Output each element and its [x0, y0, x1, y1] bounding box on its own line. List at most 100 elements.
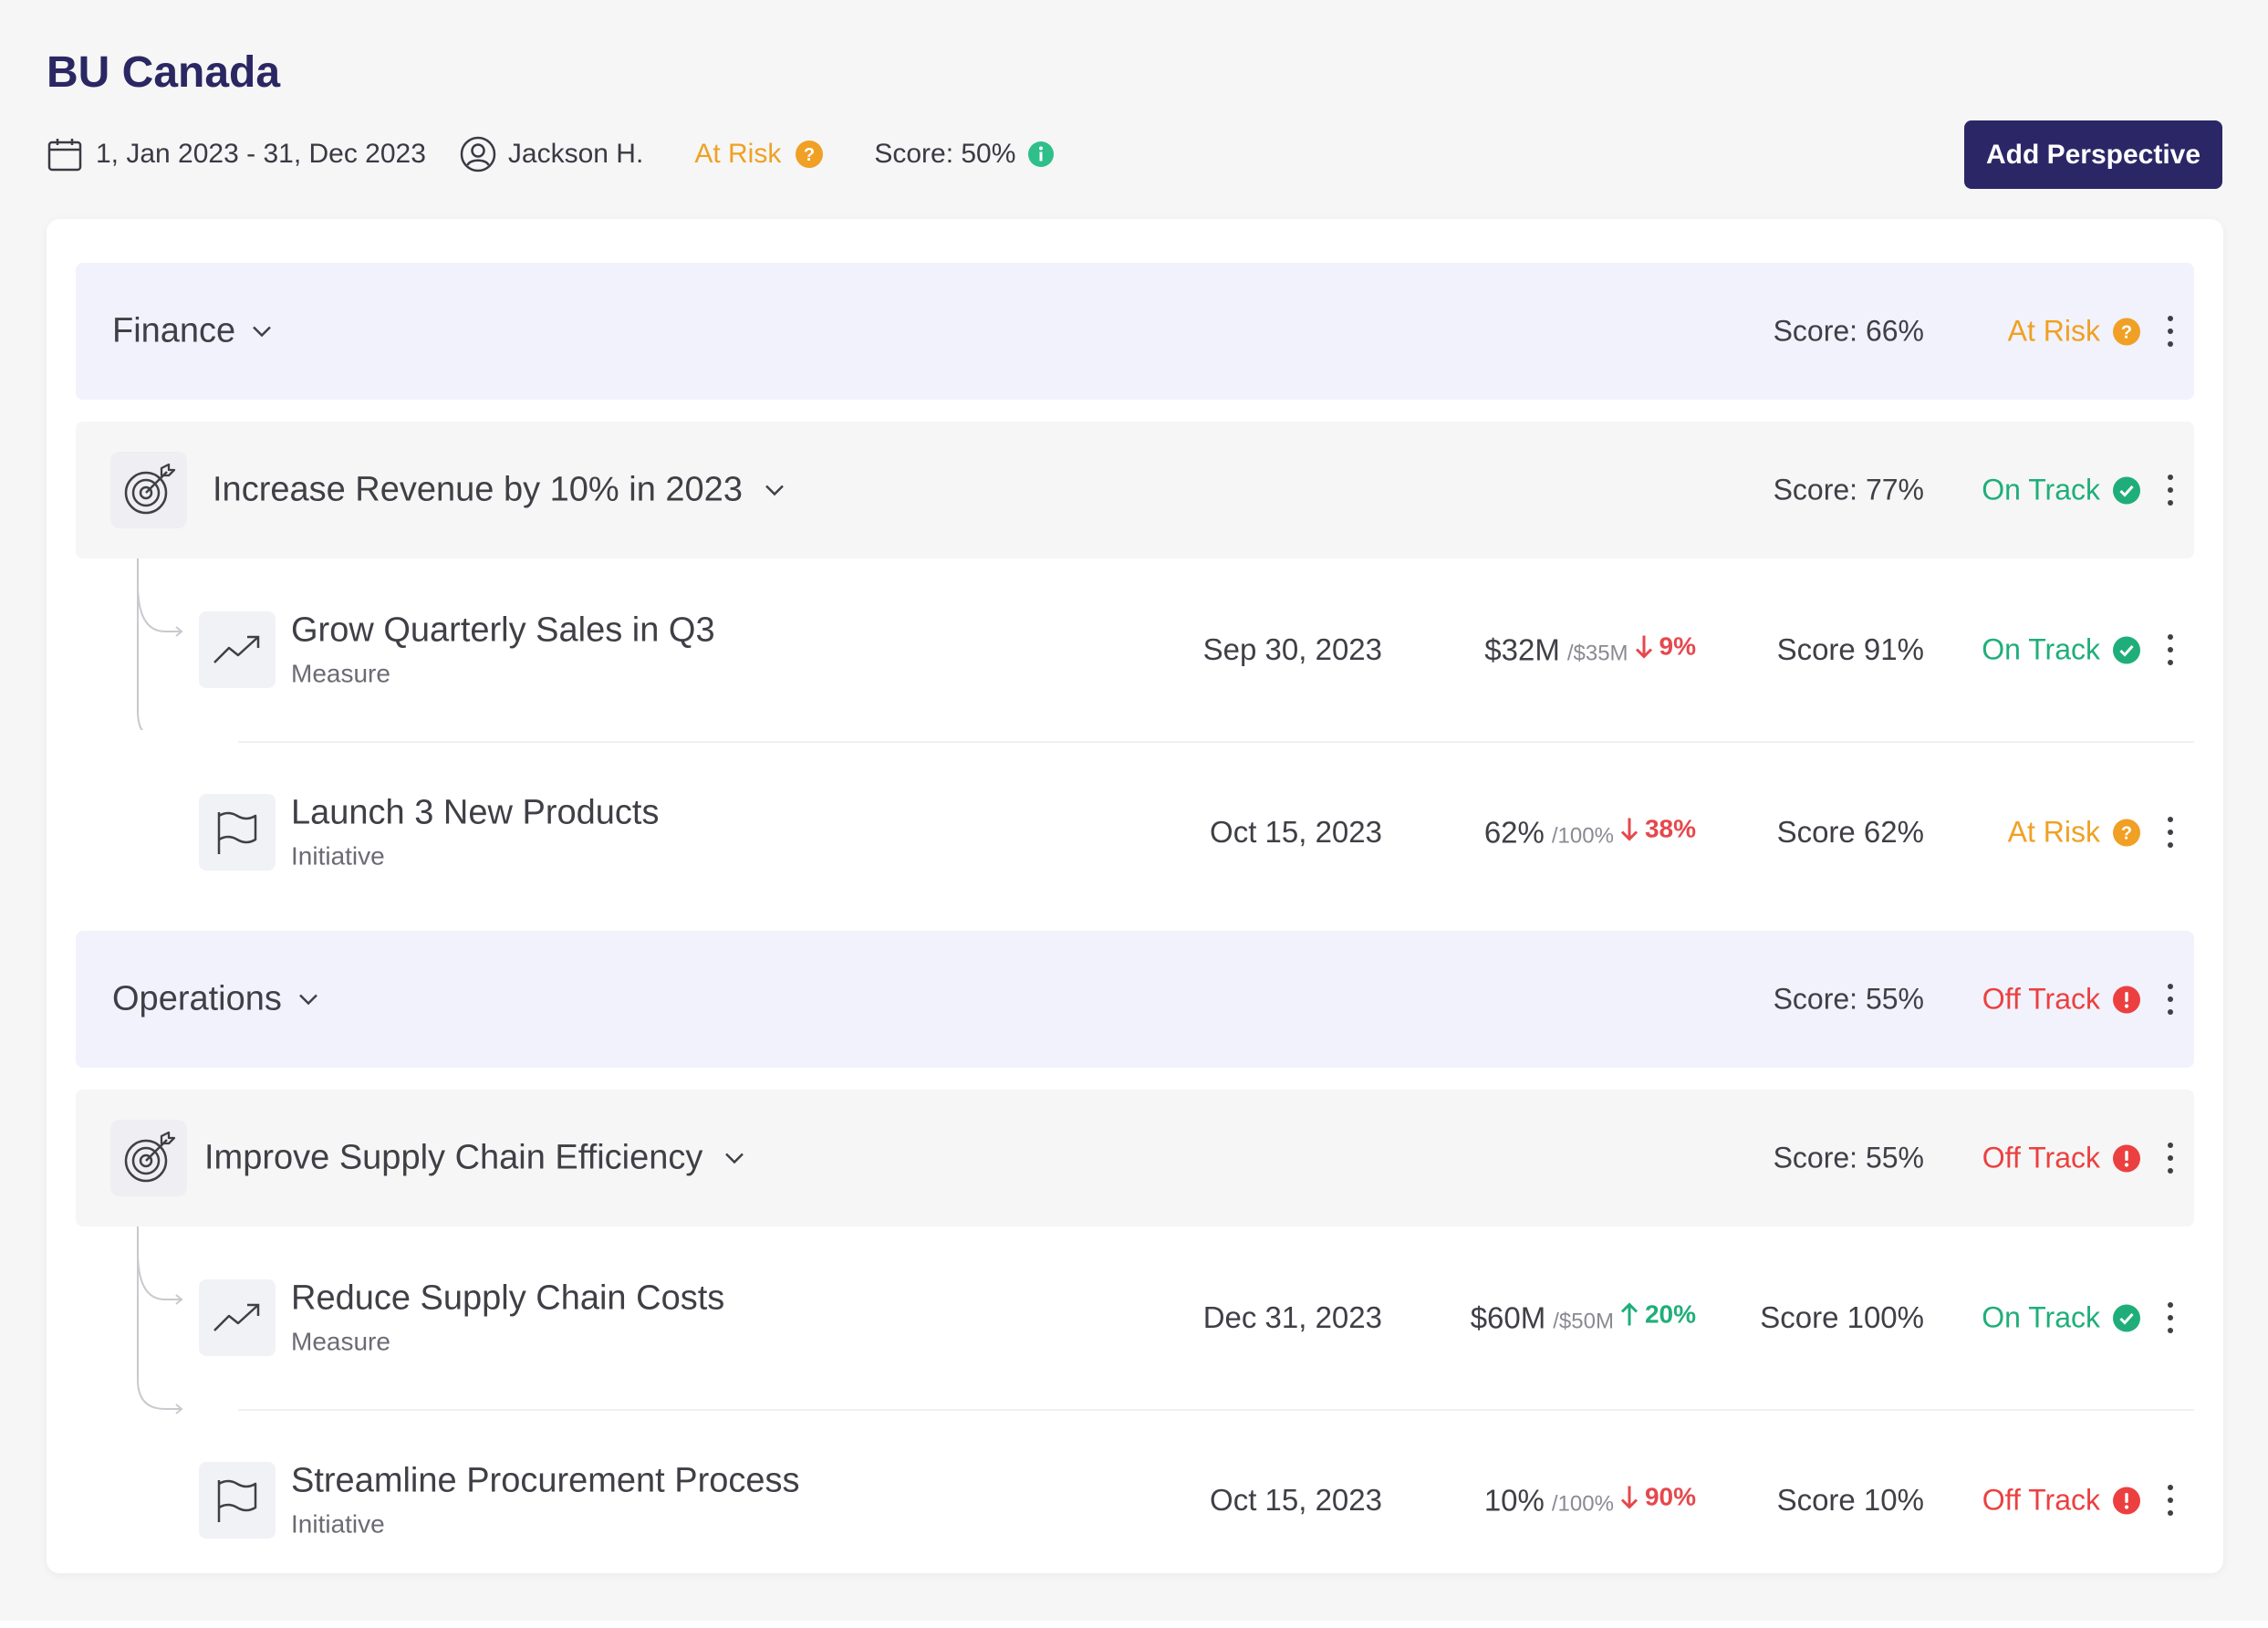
- objective-name: Improve Supply Chain Efficiency: [204, 1138, 703, 1177]
- chevron-down-icon[interactable]: [765, 484, 785, 496]
- list-item[interactable]: Streamline Procurement Process Initiativ…: [76, 1409, 2194, 1591]
- item-target: /100%: [1551, 1491, 1614, 1517]
- objective-row[interactable]: Increase Revenue by 10% in 2023 Score: 7…: [76, 422, 2194, 558]
- kebab-menu-icon[interactable]: [2165, 475, 2176, 506]
- item-name[interactable]: Launch 3 New Products: [291, 794, 659, 833]
- item-value: $32M /$35M 9%: [1484, 632, 1696, 668]
- kebab-menu-icon[interactable]: [2165, 316, 2176, 347]
- perspective-status: Off Track: [1982, 983, 2140, 1017]
- chevron-down-icon[interactable]: [724, 1152, 744, 1164]
- question-badge-icon[interactable]: ?: [796, 141, 824, 168]
- owner-name: Jackson H.: [507, 139, 644, 169]
- user-circle-icon: [459, 135, 497, 173]
- item-name[interactable]: Streamline Procurement Process: [291, 1462, 800, 1501]
- date-range-text: 1, Jan 2023 - 31, Dec 2023: [96, 139, 426, 169]
- check-badge-icon[interactable]: [2113, 636, 2140, 663]
- item-name[interactable]: Reduce Supply Chain Costs: [291, 1279, 724, 1319]
- status-label: Off Track: [1982, 1483, 2100, 1517]
- chevron-down-icon[interactable]: [252, 325, 272, 338]
- delta-value: 20%: [1644, 1299, 1696, 1329]
- status-label: Off Track: [1982, 1141, 2100, 1174]
- delta-value: 90%: [1644, 1482, 1696, 1511]
- kebab-menu-icon[interactable]: [2165, 817, 2176, 848]
- header-status: At Risk ?: [694, 139, 824, 170]
- status-label: At Risk: [694, 139, 782, 169]
- owner: Jackson H.: [459, 135, 643, 173]
- item-type: Measure: [291, 659, 390, 688]
- item-score: Score 100%: [1760, 1300, 1924, 1334]
- item-date: Oct 15, 2023: [1210, 1483, 1382, 1517]
- objective-title[interactable]: Increase Revenue by 10% in 2023: [213, 471, 785, 510]
- scorecard-card: Finance Score: 66% At Risk ? Increase Re…: [47, 219, 2223, 1573]
- item-date: Oct 15, 2023: [1210, 815, 1382, 849]
- item-value: 10% /100% 90%: [1484, 1483, 1696, 1518]
- kebab-menu-icon[interactable]: [2165, 1143, 2176, 1174]
- item-score: Score 91%: [1776, 632, 1924, 666]
- perspective-score: Score: 55%: [1773, 982, 1924, 1016]
- status-label: At Risk: [2007, 314, 2100, 348]
- item-actual: $60M: [1470, 1300, 1546, 1335]
- item-delta: 20%: [1619, 1300, 1696, 1330]
- item-type: Measure: [291, 1327, 390, 1356]
- score-label: Score: 50%: [874, 139, 1016, 169]
- chevron-down-icon[interactable]: [298, 993, 318, 1006]
- trending-up-icon: [199, 1279, 276, 1356]
- status-label: Off Track: [1982, 982, 2100, 1016]
- kebab-menu-icon[interactable]: [2165, 634, 2176, 665]
- kebab-menu-icon[interactable]: [2165, 1485, 2176, 1516]
- item-name[interactable]: Grow Quarterly Sales in Q3: [291, 611, 715, 651]
- item-text: Launch 3 New Products Initiative: [291, 794, 659, 871]
- list-item[interactable]: Launch 3 New Products Initiative Oct 15,…: [76, 741, 2194, 924]
- arrow-up-icon: [1620, 1302, 1639, 1326]
- page: BU Canada 1, Jan 2023 - 31, Dec 2023 Jac…: [0, 0, 2268, 1621]
- info-badge-icon[interactable]: [1028, 141, 1055, 167]
- item-delta: 9%: [1634, 632, 1696, 662]
- item-actual: $32M: [1484, 632, 1560, 667]
- status-label: At Risk: [2007, 815, 2100, 849]
- item-date: Sep 30, 2023: [1202, 632, 1382, 666]
- scorecard-meta: 1, Jan 2023 - 31, Dec 2023 Jackson H. At…: [47, 130, 1055, 178]
- item-target: /$35M: [1566, 641, 1628, 666]
- item-actual: 62%: [1483, 815, 1545, 850]
- list-item[interactable]: Reduce Supply Chain Costs Measure Dec 31…: [76, 1226, 2194, 1409]
- item-value: 62% /100% 38%: [1484, 815, 1696, 851]
- perspective-row-finance[interactable]: Finance Score: 66% At Risk ?: [76, 263, 2194, 400]
- objective-title[interactable]: Improve Supply Chain Efficiency: [204, 1139, 744, 1178]
- item-type: Initiative: [291, 841, 385, 871]
- item-delta: 90%: [1619, 1483, 1696, 1512]
- item-score: Score 62%: [1776, 815, 1924, 849]
- item-type: Initiative: [291, 1509, 385, 1539]
- objective-row[interactable]: Improve Supply Chain Efficiency Score: 5…: [76, 1090, 2194, 1226]
- page-title: BU Canada: [47, 48, 281, 97]
- check-badge-icon[interactable]: [2113, 476, 2140, 504]
- question-badge-icon[interactable]: ?: [2113, 819, 2140, 846]
- item-status: At Risk ?: [2008, 816, 2140, 850]
- kebab-menu-icon[interactable]: [2165, 984, 2176, 1015]
- arrow-down-icon: [1620, 1486, 1639, 1509]
- arrow-down-icon: [1620, 818, 1639, 841]
- alert-badge-icon[interactable]: [2113, 1144, 2140, 1172]
- add-perspective-button[interactable]: Add Perspective: [1964, 120, 2222, 189]
- delta-value: 38%: [1644, 814, 1696, 843]
- perspective-row-operations[interactable]: Operations Score: 55% Off Track: [76, 931, 2194, 1068]
- svg-text:?: ?: [804, 145, 815, 165]
- list-item[interactable]: Grow Quarterly Sales in Q3 Measure Sep 3…: [76, 558, 2194, 741]
- status-label: On Track: [1982, 632, 2100, 666]
- objective-status: On Track: [1982, 474, 2140, 507]
- item-target: /100%: [1551, 823, 1614, 849]
- item-target: /$50M: [1553, 1309, 1614, 1334]
- item-value: $60M /$50M 20%: [1471, 1300, 1696, 1336]
- date-range: 1, Jan 2023 - 31, Dec 2023: [47, 136, 426, 172]
- alert-badge-icon[interactable]: [2113, 1487, 2140, 1514]
- alert-badge-icon[interactable]: [2113, 986, 2140, 1013]
- check-badge-icon[interactable]: [2113, 1304, 2140, 1331]
- objective-score: Score: 77%: [1773, 473, 1924, 506]
- delta-value: 9%: [1659, 631, 1696, 661]
- item-status: Off Track: [1982, 1484, 2140, 1518]
- question-badge-icon[interactable]: ?: [2113, 318, 2140, 345]
- kebab-menu-icon[interactable]: [2165, 1302, 2176, 1333]
- header-score: Score: 50%: [874, 139, 1055, 170]
- flag-icon: [199, 1462, 276, 1539]
- item-status: On Track: [1982, 633, 2140, 667]
- calendar-icon: [47, 136, 83, 172]
